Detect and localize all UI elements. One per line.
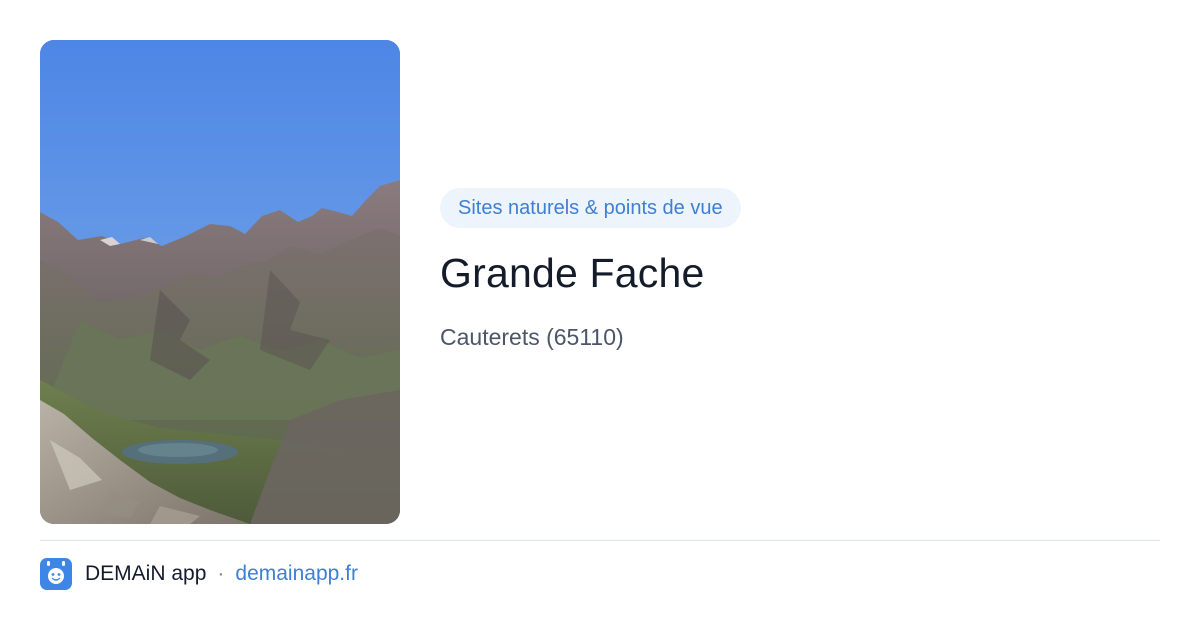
brand-name: DEMAiN app <box>85 562 207 585</box>
mountain-landscape-image <box>40 40 400 524</box>
category-badge[interactable]: Sites naturels & points de vue <box>440 188 741 228</box>
place-photo[interactable] <box>40 40 400 524</box>
place-info: Sites naturels & points de vue Grande Fa… <box>440 188 741 352</box>
demain-app-logo-icon[interactable] <box>40 558 72 590</box>
footer-divider <box>40 540 1160 541</box>
footer: DEMAiN app · demainapp.fr <box>40 558 358 590</box>
footer-separator: · <box>217 562 225 585</box>
place-location: Cauterets (65110) <box>440 324 624 350</box>
place-title: Grande Fache <box>440 250 705 296</box>
website-link[interactable]: demainapp.fr <box>235 562 358 586</box>
